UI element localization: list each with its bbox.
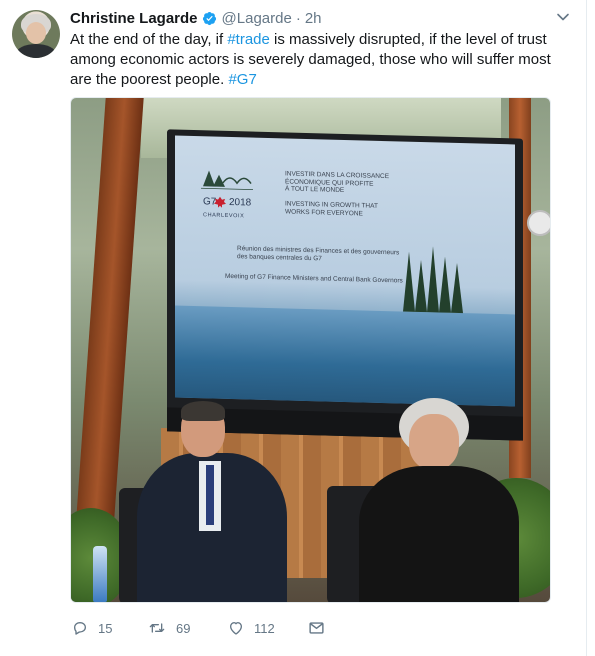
heart-icon: [230, 622, 242, 635]
avatar-face: [26, 22, 46, 44]
tweet-actions: 15 69 112: [72, 618, 325, 638]
photo-man-hair: [181, 401, 225, 421]
photo-woman-dress: [359, 466, 519, 602]
envelope-icon: [309, 622, 324, 634]
verified-badge-icon: [202, 11, 216, 25]
screen-logo-g7: G7: [203, 196, 217, 207]
photo-screen-tree: [415, 259, 427, 313]
photo-screen-tree: [427, 246, 439, 313]
photo-screen-tree: [403, 251, 415, 312]
retweet-icon: [149, 623, 165, 633]
screen-logo-year: 2018: [229, 197, 252, 209]
separator-dot: ·: [295, 9, 301, 27]
photo-screen-tree: [439, 256, 451, 313]
reply-count: 15: [98, 620, 113, 636]
photo-tv-screen: G7 2018 CHARLEVOIX INVESTIR DANS LA CROI…: [167, 129, 523, 441]
timestamp[interactable]: 2h: [305, 10, 322, 27]
retweet-count: 69: [176, 620, 191, 636]
direct-message-button[interactable]: [308, 620, 325, 636]
photo-person-man: [137, 401, 287, 602]
tweet-text: At the end of the day, if #trade is mass…: [70, 30, 570, 90]
photo-screen-tree: [451, 262, 463, 314]
like-count: 112: [254, 620, 275, 636]
photo-person-woman: [349, 398, 519, 602]
chevron-down-icon[interactable]: [556, 10, 570, 24]
reply-button[interactable]: 15: [72, 620, 148, 636]
like-button[interactable]: 112: [228, 620, 308, 636]
retweet-button[interactable]: 69: [148, 620, 228, 636]
tweet-text-part: At the end of the day, if: [70, 31, 228, 48]
author-name[interactable]: Christine Lagarde: [70, 10, 198, 27]
avatar[interactable]: [12, 10, 60, 58]
reply-icon: [74, 622, 86, 635]
photo-wood-beam: [76, 98, 144, 518]
tweet[interactable]: Christine Lagarde @Lagarde · 2h At the e…: [0, 0, 587, 656]
avatar-shoulders: [16, 44, 56, 58]
g7-logo-icon: G7 2018 CHARLEVOIX: [201, 170, 253, 219]
tweet-header: Christine Lagarde @Lagarde · 2h: [70, 8, 322, 28]
photo-woman-head: [409, 414, 459, 470]
screen-meeting-fr: Réunion des ministres des Finances et de…: [237, 245, 400, 262]
hashtag-link-g7[interactable]: #G7: [228, 71, 256, 88]
screen-title-en: INVESTING IN GROWTH THAT WORKS FOR EVERY…: [285, 200, 378, 217]
photo-security-camera: [527, 210, 550, 236]
hashtag-link-trade[interactable]: #trade: [227, 31, 270, 48]
screen-title-fr: INVESTIR DANS LA CROISSANCE ÉCONOMIQUE Q…: [285, 170, 390, 194]
photo-screen-slide: G7 2018 CHARLEVOIX INVESTIR DANS LA CROI…: [175, 135, 515, 407]
screen-meeting-en: Meeting of G7 Finance Ministers and Cent…: [225, 272, 403, 285]
photo-screen-lake: [175, 305, 515, 407]
photo-water-bottle: [93, 546, 107, 602]
author-handle[interactable]: @Lagarde: [222, 10, 292, 27]
screen-logo-place: CHARLEVOIX: [203, 212, 244, 219]
photo-man-tie: [206, 465, 214, 525]
tweet-photo[interactable]: G7 2018 CHARLEVOIX INVESTIR DANS LA CROI…: [70, 97, 551, 603]
